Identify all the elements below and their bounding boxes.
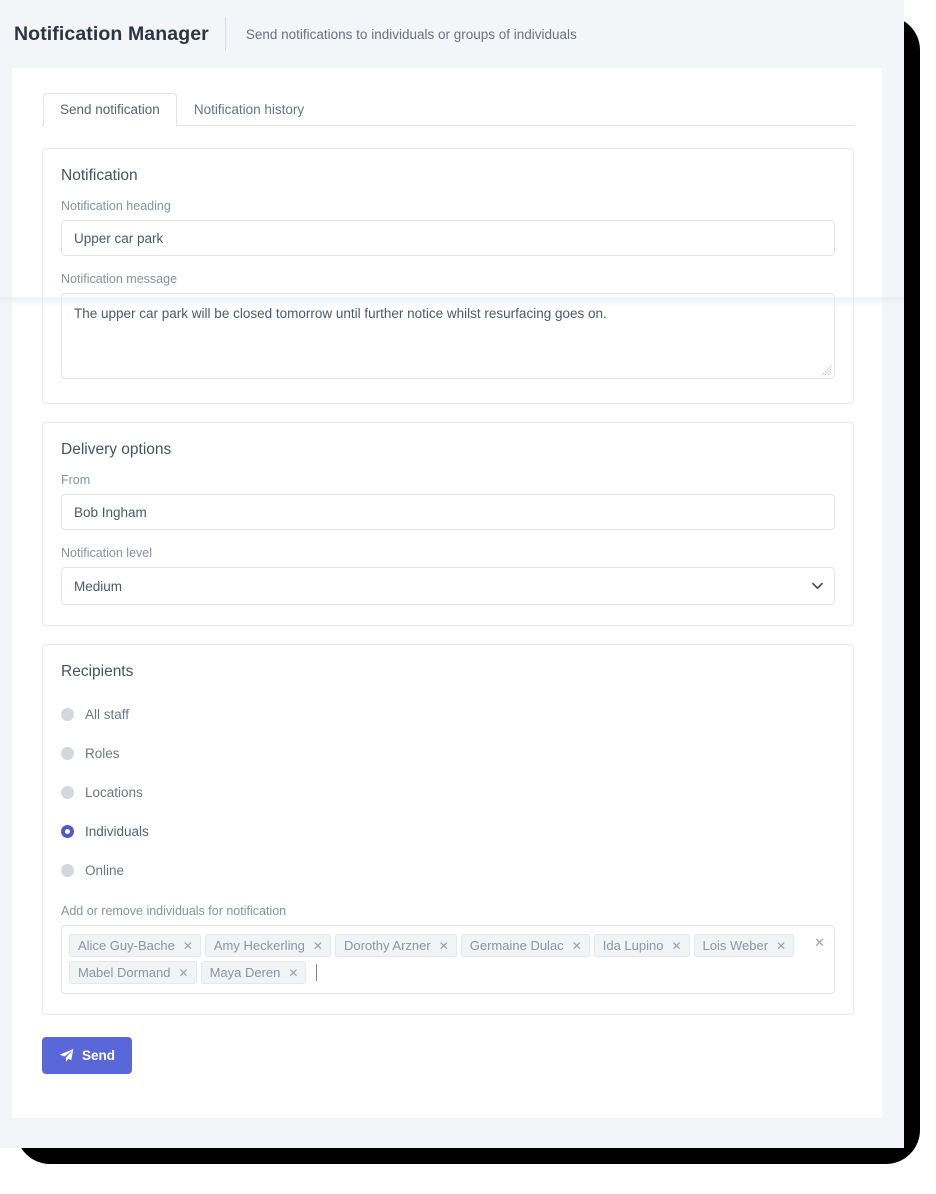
recipient-tag-label: Ida Lupino bbox=[602, 938, 664, 953]
radio-all-staff[interactable]: All staff bbox=[61, 695, 835, 734]
page-subtitle: Send notifications to individuals or gro… bbox=[245, 26, 577, 42]
individuals-tags-label: Add or remove individuals for notificati… bbox=[61, 904, 287, 918]
remove-tag-icon[interactable]: ✕ bbox=[313, 940, 323, 952]
notification-panel: Notification Notification heading Upper … bbox=[42, 148, 854, 404]
radio-locations[interactable]: Locations bbox=[61, 773, 835, 812]
clear-all-icon[interactable]: ✕ bbox=[814, 936, 825, 949]
radio-label: Locations bbox=[85, 785, 143, 800]
recipient-tag-label: Amy Heckerling bbox=[213, 938, 305, 953]
notification-message-textarea[interactable]: The upper car park will be closed tomorr… bbox=[61, 293, 835, 379]
radio-label: Online bbox=[85, 863, 125, 878]
resize-handle-icon[interactable] bbox=[820, 364, 832, 376]
recipient-tag-label: Germaine Dulac bbox=[469, 938, 564, 953]
notification-message-group: Notification message The upper car park … bbox=[61, 272, 835, 379]
radio-individuals[interactable]: Individuals bbox=[61, 812, 835, 851]
radio-indicator-icon bbox=[61, 864, 74, 877]
text-cursor bbox=[316, 964, 318, 981]
recipient-tag[interactable]: Ida Lupino ✕ bbox=[593, 934, 690, 957]
notification-message-label: Notification message bbox=[61, 272, 178, 286]
radio-label: Roles bbox=[85, 746, 120, 761]
radio-indicator-icon bbox=[61, 747, 74, 760]
delivery-options-panel: Delivery options From Bob Ingham Notific… bbox=[42, 422, 854, 626]
tab-send-notification[interactable]: Send notification bbox=[43, 92, 177, 126]
recipients-radio-group: All staff Roles Locations Individuals On… bbox=[61, 695, 835, 890]
content-card: Send notification Notification history N… bbox=[12, 68, 882, 1118]
from-group: From Bob Ingham bbox=[61, 473, 835, 530]
recipient-tag[interactable]: Dorothy Arzner ✕ bbox=[334, 934, 457, 957]
recipient-tag[interactable]: Lois Weber ✕ bbox=[693, 934, 795, 957]
notification-heading-input[interactable]: Upper car park bbox=[61, 220, 835, 256]
remove-tag-icon[interactable]: ✕ bbox=[439, 940, 449, 952]
from-label: From bbox=[61, 473, 91, 487]
radio-indicator-icon bbox=[61, 786, 74, 799]
remove-tag-icon[interactable]: ✕ bbox=[572, 940, 582, 952]
recipient-tag-label: Lois Weber bbox=[702, 938, 769, 953]
remove-tag-icon[interactable]: ✕ bbox=[288, 967, 298, 979]
remove-tag-icon[interactable]: ✕ bbox=[671, 940, 681, 952]
recipients-title: Recipients bbox=[61, 663, 134, 680]
recipient-tag[interactable]: Mabel Dormand ✕ bbox=[69, 961, 197, 984]
header-divider bbox=[224, 17, 226, 51]
remove-tag-icon[interactable]: ✕ bbox=[776, 940, 786, 952]
remove-tag-icon[interactable]: ✕ bbox=[183, 940, 193, 952]
radio-indicator-icon bbox=[61, 708, 74, 721]
from-input[interactable]: Bob Ingham bbox=[61, 494, 835, 530]
radio-roles[interactable]: Roles bbox=[61, 734, 835, 773]
recipient-tag[interactable]: Germaine Dulac ✕ bbox=[460, 934, 590, 957]
notification-heading-group: Notification heading Upper car park bbox=[61, 199, 835, 256]
app-header: Notification Manager Send notifications … bbox=[0, 0, 904, 68]
notification-panel-title: Notification bbox=[61, 167, 138, 184]
tab-bar: Send notification Notification history bbox=[42, 90, 854, 126]
radio-label: All staff bbox=[85, 707, 130, 722]
recipients-panel: Recipients All staff Roles Locations Ind… bbox=[42, 644, 854, 1015]
send-button[interactable]: Send bbox=[42, 1037, 133, 1074]
recipient-tag[interactable]: Maya Deren ✕ bbox=[200, 961, 307, 984]
notification-level-select-wrap: Medium bbox=[61, 567, 835, 605]
page-surface: Notification Manager Send notifications … bbox=[0, 0, 904, 1148]
notification-level-group: Notification level Medium bbox=[61, 546, 835, 605]
recipient-tag[interactable]: Alice Guy-Bache ✕ bbox=[69, 934, 201, 957]
recipient-tag-label: Alice Guy-Bache bbox=[78, 938, 175, 953]
individuals-tag-input[interactable]: Alice Guy-Bache ✕ Amy Heckerling ✕ Dorothy A… bbox=[61, 925, 835, 994]
page-title: Notification Manager bbox=[14, 22, 209, 45]
recipient-tag-label: Mabel Dormand bbox=[78, 965, 171, 980]
recipient-tag[interactable]: Amy Heckerling ✕ bbox=[204, 934, 331, 957]
notification-heading-label: Notification heading bbox=[61, 199, 171, 213]
delivery-options-title: Delivery options bbox=[61, 441, 172, 458]
recipient-tag-label: Maya Deren bbox=[209, 965, 281, 980]
paper-plane-icon bbox=[59, 1048, 74, 1063]
recipient-tag-label: Dorothy Arzner bbox=[343, 938, 431, 953]
radio-label: Individuals bbox=[85, 824, 149, 839]
notification-level-select[interactable]: Medium bbox=[61, 567, 835, 605]
send-button-label: Send bbox=[82, 1048, 116, 1063]
notification-message-value: The upper car park will be closed tomorr… bbox=[74, 306, 607, 321]
tab-notification-history[interactable]: Notification history bbox=[177, 93, 321, 127]
notification-level-label: Notification level bbox=[61, 546, 153, 560]
remove-tag-icon[interactable]: ✕ bbox=[179, 967, 189, 979]
radio-indicator-icon bbox=[61, 825, 74, 838]
radio-online[interactable]: Online bbox=[61, 851, 835, 890]
